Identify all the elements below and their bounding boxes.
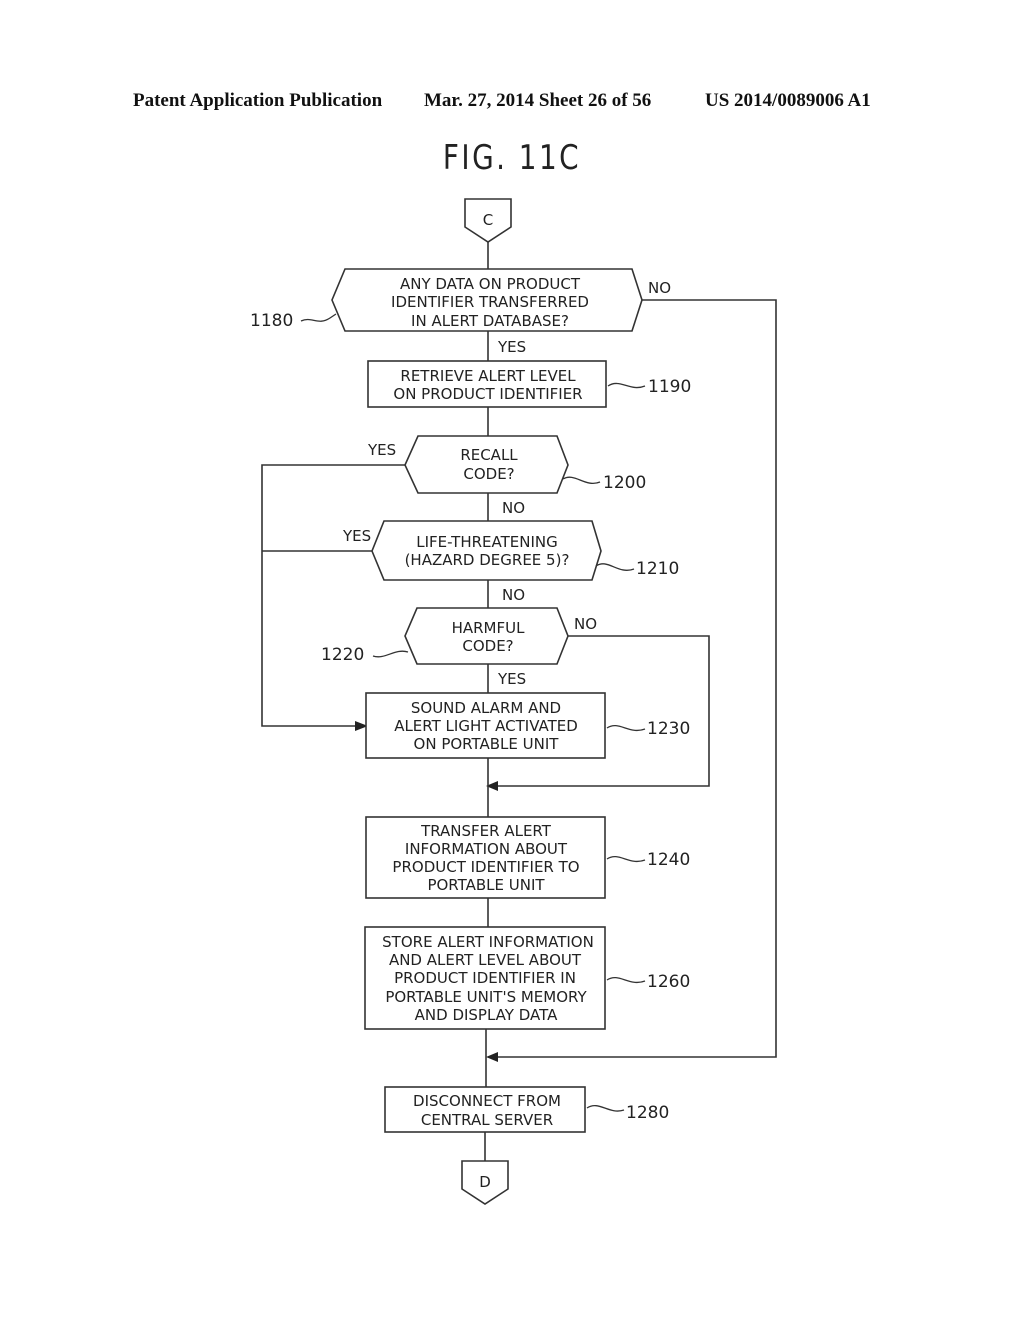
decision-1220-line-1: HARMFUL — [452, 619, 526, 637]
decision-1180-no-label: NO — [648, 279, 671, 297]
decision-1200-no-label: NO — [502, 499, 525, 517]
decision-1180-line-1: ANY DATA ON PRODUCT — [400, 275, 581, 293]
leader-1190 — [607, 382, 646, 389]
decision-1200-yes-label: YES — [367, 441, 396, 459]
process-1260: STORE ALERT INFORMATION AND ALERT LEVEL … — [364, 926, 690, 1030]
ref-1190: 1190 — [648, 377, 691, 397]
process-1260-line-2: AND ALERT LEVEL ABOUT — [389, 951, 582, 969]
ref-1210: 1210 — [636, 559, 679, 579]
process-1240-line-3: PRODUCT IDENTIFIER TO — [392, 858, 579, 876]
arrow-icon — [486, 1052, 498, 1062]
process-1260-line-1: STORE ALERT INFORMATION — [382, 933, 594, 951]
decision-1180: ANY DATA ON PRODUCT IDENTIFIER TRANSFERR… — [250, 268, 671, 356]
process-1190-line-1: RETRIEVE ALERT LEVEL — [400, 367, 576, 385]
decision-1180-line-2: IDENTIFIER TRANSFERRED — [391, 293, 589, 311]
process-1260-line-5: AND DISPLAY DATA — [415, 1006, 558, 1024]
ref-1220: 1220 — [321, 645, 364, 665]
ref-1280: 1280 — [626, 1103, 669, 1123]
ref-1230: 1230 — [647, 719, 690, 739]
process-1230: SOUND ALARM AND ALERT LIGHT ACTIVATED ON… — [365, 692, 690, 759]
decision-1180-line-3: IN ALERT DATABASE? — [411, 312, 569, 330]
process-1260-line-4: PORTABLE UNIT'S MEMORY — [385, 988, 587, 1006]
decision-1210: LIFE-THREATENING (HAZARD DEGREE 5)? 1210… — [342, 520, 679, 604]
leader-1280 — [586, 1104, 625, 1112]
leader-1230 — [606, 724, 646, 732]
decision-1220-no-label: NO — [574, 615, 597, 633]
connector-end-label: D — [479, 1173, 491, 1191]
process-1230-line-1: SOUND ALARM AND — [411, 699, 561, 717]
ref-1200: 1200 — [603, 473, 646, 493]
process-1240: TRANSFER ALERT INFORMATION ABOUT PRODUCT… — [365, 816, 690, 899]
process-1280: DISCONNECT FROM CENTRAL SERVER 1280 — [384, 1086, 669, 1133]
ref-1260: 1260 — [647, 972, 690, 992]
leader-1210 — [595, 563, 635, 571]
decision-1180-yes-label: YES — [497, 338, 526, 356]
process-1230-line-2: ALERT LIGHT ACTIVATED — [394, 717, 578, 735]
connector-end: D — [461, 1160, 509, 1205]
decision-1220-yes-label: YES — [497, 670, 526, 688]
ref-1240: 1240 — [647, 850, 690, 870]
decision-1210-yes-label: YES — [342, 527, 371, 545]
decision-1210-line-1: LIFE-THREATENING — [416, 533, 558, 551]
process-1280-line-2: CENTRAL SERVER — [421, 1111, 553, 1129]
leader-1200 — [562, 476, 601, 484]
connector-start-label: C — [483, 211, 493, 229]
decision-1220-line-2: CODE? — [462, 637, 513, 655]
flowchart: C ANY DATA ON PRODUCT IDENTIFIER TRANSFE… — [250, 198, 777, 1205]
decision-1210-no-label: NO — [502, 586, 525, 604]
decision-1200-line-1: RECALL — [460, 446, 518, 464]
process-1240-line-1: TRANSFER ALERT — [420, 822, 552, 840]
process-1190: RETRIEVE ALERT LEVEL ON PRODUCT IDENTIFI… — [367, 360, 691, 408]
decision-1200-line-2: CODE? — [463, 465, 514, 483]
leader-1220 — [372, 650, 409, 658]
ref-1180: 1180 — [250, 311, 293, 331]
decision-1200: RECALL CODE? 1200 YES NO — [367, 435, 646, 517]
flow-line-yes-rail — [261, 464, 405, 727]
leader-1240 — [606, 855, 646, 863]
process-1190-line-2: ON PRODUCT IDENTIFIER — [393, 385, 582, 403]
decision-1220: HARMFUL CODE? 1220 NO YES — [321, 607, 597, 688]
process-1240-line-2: INFORMATION ABOUT — [405, 840, 568, 858]
process-1280-line-1: DISCONNECT FROM — [413, 1092, 561, 1110]
leader-1260 — [606, 976, 646, 984]
decision-1210-line-2: (HAZARD DEGREE 5)? — [405, 551, 570, 569]
leader-1180 — [300, 313, 337, 322]
process-1230-line-3: ON PORTABLE UNIT — [414, 735, 560, 753]
process-1240-line-4: PORTABLE UNIT — [427, 876, 545, 894]
process-1260-line-3: PRODUCT IDENTIFIER IN — [394, 969, 576, 987]
connector-start: C — [464, 198, 512, 243]
